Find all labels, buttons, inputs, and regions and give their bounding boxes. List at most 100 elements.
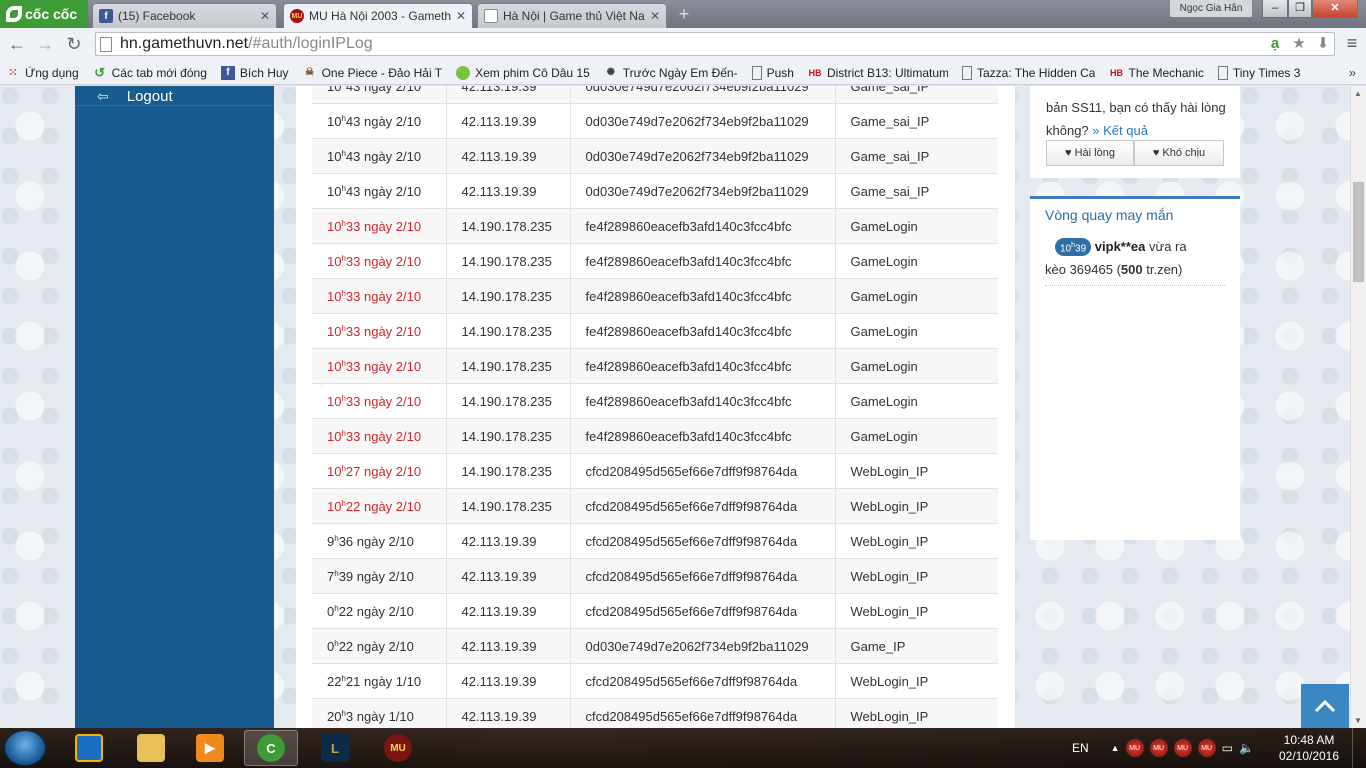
ip-address-cell: 14.190.178.235 — [446, 208, 571, 244]
scroll-up-arrow-icon[interactable]: ▲ — [1354, 89, 1362, 98]
bookmark-truoc-ngay[interactable]: ✺ Trước Ngày Em Đến- — [604, 66, 738, 80]
tab-mu-hanoi[interactable]: MU MU Hà Nội 2003 - Gameth ✕ — [283, 3, 473, 28]
poll-unhappy-button[interactable]: ♥ Khó chịu — [1134, 140, 1224, 166]
language-indicator[interactable]: EN — [1072, 741, 1089, 755]
taskbar-clock[interactable]: 10:48 AM 02/10/2016 — [1276, 732, 1342, 764]
login-minute-date: 39 ngày 2/10 — [338, 568, 414, 584]
address-bar[interactable]: hn.gamethuvn.net /#auth/loginIPLog ạ ★ ⬇ — [95, 32, 1335, 56]
bookmark-apps[interactable]: ⁙ Ứng dụng — [6, 65, 79, 80]
logo-label: cốc cốc — [25, 6, 78, 22]
login-hour: 10 — [327, 183, 342, 199]
ip-address-cell: 42.113.19.39 — [446, 558, 571, 594]
login-time-cell: 10h43 ngày 2/10 — [312, 138, 447, 174]
login-time-cell: 10h43 ngày 2/10 — [312, 103, 447, 139]
reload-icon[interactable]: ↻ — [63, 33, 85, 55]
vietnamese-input-icon[interactable]: ạ — [1266, 35, 1284, 53]
logout-link[interactable]: ⇦ Logout — [75, 86, 274, 106]
tab-facebook[interactable]: f (15) Facebook ✕ — [92, 3, 277, 28]
taskbar-app-media-player[interactable]: ▶ — [183, 730, 237, 766]
ip-address-cell: 14.190.178.235 — [446, 418, 571, 454]
star-icon[interactable]: ★ — [1290, 35, 1308, 53]
session-hash-cell: fe4f289860eacefb3afd140c3fcc4bfc — [570, 208, 836, 244]
new-tab-button[interactable]: + — [673, 5, 695, 24]
url-path: /#auth/loginIPLog — [248, 35, 373, 52]
bookmark-tazza[interactable]: Tazza: The Hidden Ca — [961, 65, 1095, 80]
bookmark-label: Các tab mới đóng — [111, 65, 207, 80]
table-row: 10h43 ngày 2/1042.113.19.390d030e749d7e2… — [312, 86, 998, 104]
forward-arrow-icon[interactable]: → — [34, 33, 56, 55]
login-time-cell: 10h33 ngày 2/10 — [312, 278, 447, 314]
start-button[interactable] — [4, 730, 46, 766]
page-scrollbar[interactable]: ▲ ▼ — [1350, 86, 1366, 728]
taskbar-app-outlook[interactable] — [62, 730, 116, 766]
bookmark-tiny-times[interactable]: Tiny Times 3 — [1217, 65, 1300, 80]
menu-icon[interactable]: ≡ — [1342, 33, 1362, 53]
logout-icon: ⇦ — [97, 88, 109, 104]
volume-icon[interactable]: 🔈 — [1239, 741, 1254, 755]
page-icon — [751, 65, 762, 80]
coccoc-logo[interactable]: cốc cốc — [0, 0, 88, 28]
network-icon[interactable]: ▭ — [1222, 741, 1233, 755]
bookmark-label: Push — [766, 65, 794, 80]
entry-text: vừa ra — [1149, 239, 1187, 254]
bookmarks-overflow-button[interactable]: » — [1349, 65, 1356, 80]
taskbar-app-explorer[interactable] — [124, 730, 178, 766]
bookmark-label: One Piece - Đảo Hải T — [321, 65, 443, 80]
bookmark-co-dau[interactable]: Xem phim Cô Dâu 15 — [456, 65, 590, 80]
lucky-wheel-entry: 10h39 vipk**ea vừa ra kèo 369465 (500 tr… — [1045, 235, 1225, 286]
bookmark-label: The Mechanic — [1128, 65, 1204, 80]
scroll-down-arrow-icon[interactable]: ▼ — [1354, 716, 1362, 725]
table-row: 7h39 ngày 2/10 42.113.19.39 cfcd208495d565… — [312, 558, 998, 594]
scroll-to-top-button[interactable] — [1301, 684, 1349, 728]
ip-address-cell: 14.190.178.235 — [446, 488, 571, 524]
clock-time: 10:48 AM — [1283, 733, 1335, 747]
bookmark-label: Ứng dụng — [25, 65, 79, 80]
bookmark-bich-huy[interactable]: f Bích Huy — [220, 65, 289, 80]
poll-satisfied-button[interactable]: ♥ Hài lòng — [1046, 140, 1134, 166]
bookmark-the-mechanic[interactable]: HB The Mechanic — [1109, 65, 1204, 80]
facebook-icon: f — [99, 9, 113, 23]
login-minute-date: 43 ngày 2/10 — [345, 113, 422, 129]
close-tab-icon[interactable]: ✕ — [260, 9, 270, 23]
mu-tray-icon[interactable]: MU — [1173, 739, 1192, 757]
taskbar-app-mu[interactable]: MU — [371, 730, 425, 766]
login-minute-date: 33 ngày 2/10 — [345, 393, 422, 409]
winner-username[interactable]: vipk**ea — [1095, 239, 1146, 254]
bookmark-one-piece[interactable]: ☠ One Piece - Đảo Hải T — [303, 65, 443, 80]
close-window-button[interactable]: ✕ — [1312, 0, 1358, 18]
poll-results-link[interactable]: » Kết quả — [1092, 123, 1148, 138]
folder-icon — [137, 734, 165, 762]
close-tab-icon[interactable]: ✕ — [650, 9, 660, 23]
session-hash-cell: cfcd208495d565ef66e7dff9f98764da — [570, 453, 836, 489]
back-arrow-icon[interactable]: ← — [6, 33, 28, 55]
login-hour: 10 — [327, 253, 342, 269]
maximize-button[interactable]: ❐ — [1288, 0, 1312, 18]
page-icon — [961, 65, 972, 80]
show-hidden-icons[interactable]: ▲ — [1111, 743, 1120, 753]
poll-option-label: Hài lòng — [1074, 147, 1115, 159]
mu-tray-icon[interactable]: MU — [1197, 739, 1216, 757]
tab-gamethu[interactable]: Hà Nội | Game thủ Việt Na ✕ — [477, 3, 667, 28]
table-row: 10h33 ngày 2/10 14.190.178.235 fe4f289860e… — [312, 278, 998, 314]
mu-tray-icon[interactable]: MU — [1125, 739, 1144, 757]
profile-name[interactable]: Ngọc Gia Hân — [1169, 0, 1253, 18]
session-hash-cell: fe4f289860eacefb3afd140c3fcc4bfc — [570, 383, 836, 419]
bookmark-district-b13[interactable]: HB District B13: Ultimatum — [808, 66, 948, 80]
download-icon[interactable]: ⬇ — [1314, 35, 1332, 53]
login-minute-date: 33 ngày 2/10 — [345, 218, 422, 234]
session-hash-cell: cfcd208495d565ef66e7dff9f98764da — [570, 593, 836, 629]
minimize-button[interactable]: – — [1262, 0, 1288, 18]
login-time-cell: 10h33 ngày 2/10 — [312, 208, 447, 244]
login-time-cell: 10h33 ngày 2/10 — [312, 243, 447, 279]
ip-address-cell: 42.113.19.39 — [446, 523, 571, 559]
bookmark-recent-tabs[interactable]: ↺ Các tab mới đóng — [93, 66, 207, 80]
login-type-cell: GameLogin — [835, 208, 998, 244]
taskbar-app-league[interactable]: L — [308, 730, 362, 766]
session-hash-cell: fe4f289860eacefb3afd140c3fcc4bfc — [570, 418, 836, 454]
taskbar-app-coccoc[interactable]: C — [244, 730, 298, 766]
mu-tray-icon[interactable]: MU — [1149, 739, 1168, 757]
bookmark-push[interactable]: Push — [751, 65, 794, 80]
show-desktop-button[interactable] — [1352, 728, 1366, 768]
close-tab-icon[interactable]: ✕ — [456, 9, 466, 23]
scrollbar-thumb[interactable] — [1353, 182, 1364, 282]
